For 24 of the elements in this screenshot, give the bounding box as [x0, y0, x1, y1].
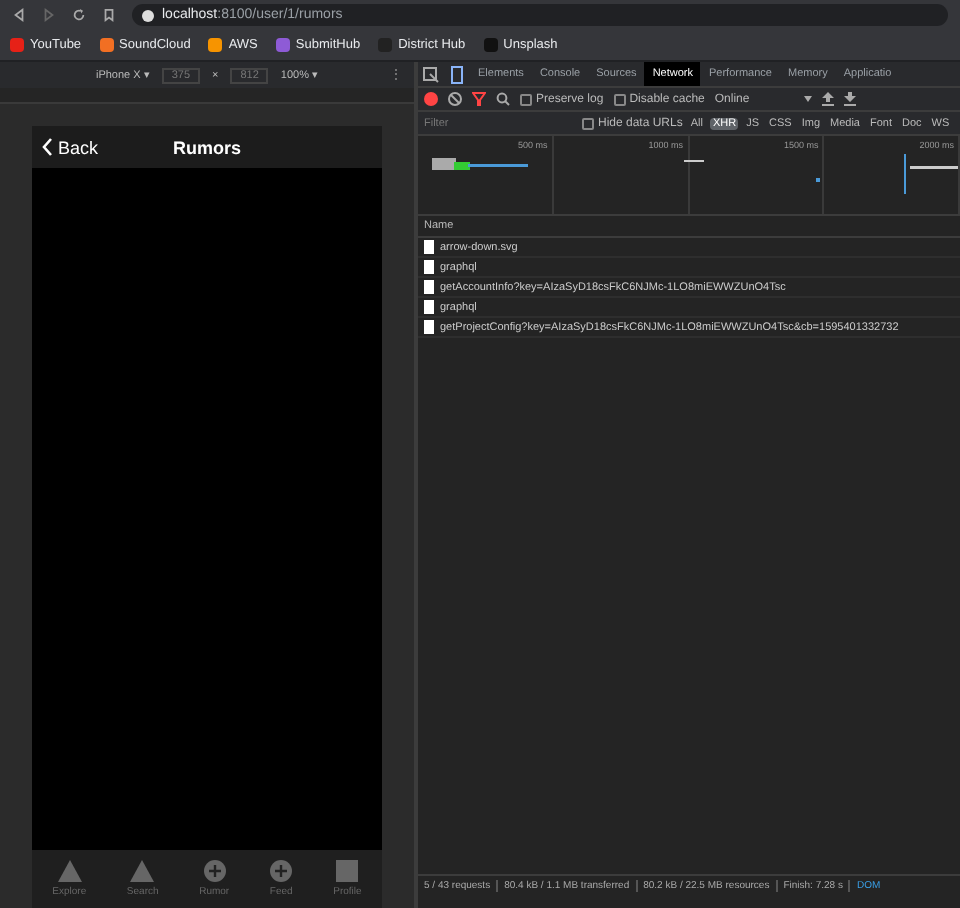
caret-icon: [804, 96, 813, 102]
page-title: Rumors: [173, 137, 241, 157]
download-icon[interactable]: [844, 92, 857, 106]
plus-circle-icon: [270, 860, 293, 882]
filter-icon[interactable]: [472, 92, 486, 106]
square-icon: [336, 860, 359, 882]
record-icon[interactable]: [424, 92, 438, 106]
reload-icon[interactable]: [72, 8, 86, 22]
checkbox[interactable]: [613, 93, 626, 105]
inspect-icon[interactable]: [422, 65, 440, 83]
info-icon[interactable]: [142, 9, 154, 21]
device-toggle-icon[interactable]: [448, 65, 466, 83]
checkbox[interactable]: [582, 117, 594, 129]
triangle-icon: [57, 860, 82, 882]
triangle-icon: [130, 860, 155, 882]
search-icon[interactable]: [496, 92, 510, 106]
checkbox[interactable]: [520, 93, 532, 105]
upload-icon[interactable]: [822, 92, 835, 106]
back-button[interactable]: Back: [32, 137, 109, 157]
plus-circle-icon: [203, 860, 226, 882]
bookmark-icon[interactable]: [102, 8, 116, 22]
back-icon[interactable]: [12, 8, 26, 22]
clear-icon[interactable]: [448, 92, 462, 106]
chevron-left-icon: [42, 138, 52, 156]
